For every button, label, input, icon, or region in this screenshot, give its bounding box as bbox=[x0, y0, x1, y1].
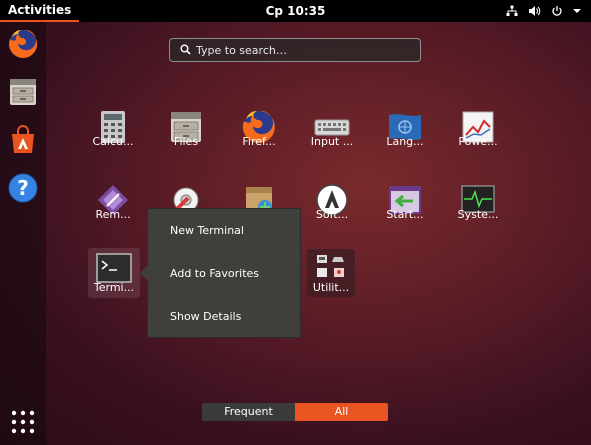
system-tray[interactable] bbox=[506, 0, 581, 22]
app-label: Rem... bbox=[95, 208, 131, 221]
app-terminal[interactable]: Termi... bbox=[88, 248, 140, 298]
app-language-support[interactable]: Lang... bbox=[370, 103, 440, 173]
tab-frequent[interactable]: Frequent bbox=[202, 403, 295, 421]
volume-icon[interactable] bbox=[528, 5, 541, 17]
app-remmina[interactable]: Rem... bbox=[78, 176, 148, 246]
dock-firefox[interactable] bbox=[5, 26, 41, 62]
network-icon[interactable] bbox=[506, 5, 518, 17]
show-applications-button[interactable] bbox=[5, 404, 41, 440]
files-icon bbox=[10, 79, 36, 105]
app-label: Soft... bbox=[315, 208, 349, 221]
clock-label[interactable]: Ср 10:35 bbox=[266, 4, 326, 18]
app-power-statistics[interactable]: Powe... bbox=[443, 103, 513, 173]
app-label: Firef... bbox=[242, 135, 276, 148]
dock-files[interactable] bbox=[5, 74, 41, 110]
app-firefox[interactable]: Firef... bbox=[224, 103, 294, 173]
app-label: Utilit... bbox=[312, 281, 350, 294]
software-icon bbox=[12, 125, 34, 153]
help-icon: ? bbox=[8, 173, 38, 203]
dock-software[interactable] bbox=[5, 122, 41, 158]
app-label: Calcu... bbox=[92, 135, 134, 148]
context-menu: New Terminal Add to Favorites Show Detai… bbox=[140, 208, 301, 338]
app-system-monitor[interactable]: Syste... bbox=[443, 176, 513, 246]
search-icon bbox=[180, 44, 191, 55]
menu-item-add-to-favorites[interactable]: Add to Favorites bbox=[170, 267, 259, 280]
app-utilities-folder[interactable]: Utilit... bbox=[307, 249, 355, 297]
chevron-down-icon[interactable] bbox=[573, 8, 581, 14]
app-startup-applications[interactable]: Start... bbox=[370, 176, 440, 246]
app-calculator[interactable]: Calcu... bbox=[78, 103, 148, 173]
tab-all[interactable]: All bbox=[295, 403, 388, 421]
app-label: Lang... bbox=[386, 135, 424, 148]
utilities-folder-icon bbox=[317, 255, 344, 277]
show-applications-icon bbox=[11, 410, 35, 434]
dock: ? bbox=[0, 22, 46, 445]
app-label: Termi... bbox=[93, 281, 135, 294]
app-label: Input ... bbox=[310, 135, 354, 148]
menu-item-new-terminal[interactable]: New Terminal bbox=[170, 224, 244, 237]
top-bar: Activities Ср 10:35 bbox=[0, 0, 591, 22]
app-files[interactable]: Files bbox=[151, 103, 221, 173]
terminal-icon bbox=[96, 253, 132, 283]
clock: Ср 10:35 bbox=[0, 0, 591, 22]
activities-button[interactable]: Activities bbox=[0, 0, 80, 22]
svg-text:?: ? bbox=[17, 176, 29, 200]
menu-item-show-details[interactable]: Show Details bbox=[170, 310, 241, 323]
app-label: Powe... bbox=[458, 135, 498, 148]
app-label: Start... bbox=[386, 208, 424, 221]
search-box[interactable] bbox=[169, 38, 421, 62]
firefox-icon bbox=[9, 29, 38, 58]
search-input[interactable] bbox=[196, 42, 411, 58]
view-switch: Frequent All bbox=[202, 403, 388, 421]
app-software-updater[interactable]: Soft... bbox=[297, 176, 367, 246]
app-label: Syste... bbox=[457, 208, 499, 221]
app-label: Files bbox=[173, 135, 199, 148]
dock-help[interactable]: ? bbox=[5, 170, 41, 206]
app-input-method[interactable]: Input ... bbox=[297, 103, 367, 173]
context-menu-arrow bbox=[140, 265, 148, 281]
power-icon[interactable] bbox=[551, 5, 563, 17]
